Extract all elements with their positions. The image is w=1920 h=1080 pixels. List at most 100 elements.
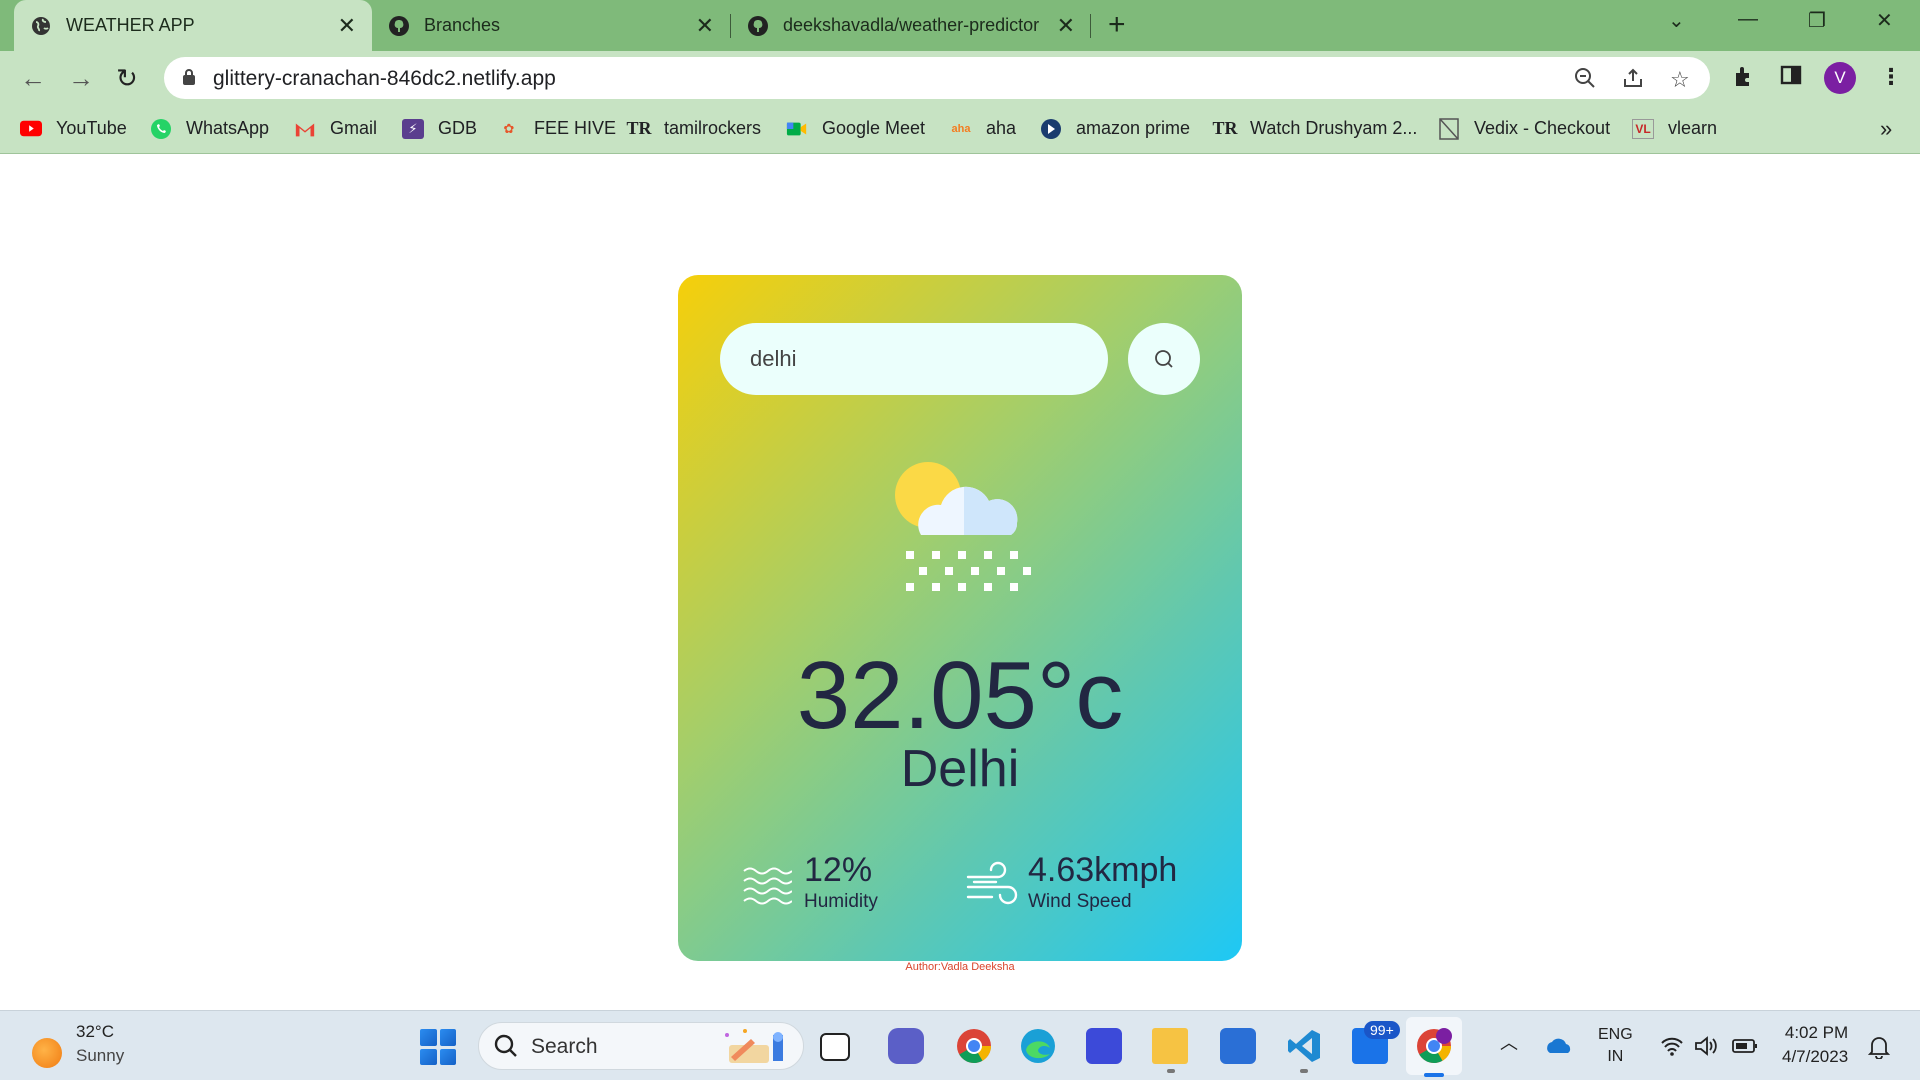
search-icon: [494, 1034, 517, 1057]
show-hidden-icons[interactable]: ︿: [1500, 1029, 1518, 1055]
volume-icon[interactable]: [1694, 1035, 1720, 1057]
github-icon: [747, 15, 769, 37]
window-close-button[interactable]: ✕: [1876, 8, 1893, 33]
tab-label: deekshavadla/weather-predictor: [783, 15, 1040, 35]
bookmark-fee-hive[interactable]: ✿ FEE HIVE: [498, 118, 616, 139]
address-bar[interactable]: glittery-cranachan-846dc2.netlify.app ☆: [164, 57, 1710, 99]
bookmark-watch-drushyam[interactable]: TR Watch Drushyam 2...: [1212, 118, 1418, 139]
input-language[interactable]: ENG IN: [1598, 1024, 1633, 1068]
search-button[interactable]: [1128, 323, 1200, 395]
bookmark-label: FEE HIVE: [534, 118, 617, 138]
tab-weather-predictor[interactable]: deekshavadla/weather-predictor ✕: [731, 0, 1091, 51]
running-indicator: [1167, 1069, 1175, 1073]
whatsapp-icon: [150, 118, 172, 139]
meet-icon: [786, 119, 808, 139]
share-icon[interactable]: [1622, 67, 1644, 95]
profile-avatar[interactable]: V: [1824, 62, 1856, 94]
vscode-icon[interactable]: [1286, 1028, 1322, 1064]
page-icon: [1438, 117, 1460, 140]
lock-icon: [183, 69, 195, 85]
tab-strip: WEATHER APP ✕ Branches ✕ deekshavadla/we…: [0, 0, 1920, 51]
url-text: glittery-cranachan-846dc2.netlify.app: [213, 67, 556, 90]
bookmark-label: Gmail: [330, 118, 378, 138]
extensions-icon[interactable]: [1732, 64, 1756, 94]
close-icon[interactable]: ✕: [1057, 13, 1075, 39]
tab-label: Branches: [424, 15, 501, 35]
tr-icon: TR: [1212, 118, 1238, 138]
sun-icon[interactable]: [32, 1038, 62, 1068]
notification-bell-icon[interactable]: [1868, 1035, 1890, 1059]
tab-branches[interactable]: Branches ✕: [372, 0, 730, 51]
bookmark-google-meet[interactable]: Google Meet: [786, 118, 925, 139]
bookmark-amazon-prime[interactable]: amazon prime: [1040, 118, 1190, 139]
bookmark-label: aha: [986, 118, 1017, 138]
edge-icon[interactable]: [1020, 1028, 1056, 1064]
region-code: IN: [1607, 1048, 1624, 1065]
bookmark-vlearn[interactable]: VL vlearn: [1632, 118, 1717, 139]
bookmark-label: WhatsApp: [186, 118, 270, 138]
taskbar-search[interactable]: Search: [478, 1022, 804, 1070]
start-button[interactable]: [420, 1029, 456, 1065]
rain-cloud-sun-icon: [895, 462, 1031, 591]
bookmark-aha[interactable]: aha aha: [950, 118, 1017, 139]
clock-date: 4/7/2023: [1782, 1047, 1849, 1066]
bookmark-tamilrockers[interactable]: TR tamilrockers: [626, 118, 762, 139]
wifi-icon[interactable]: [1660, 1036, 1684, 1056]
bookmark-gmail[interactable]: Gmail: [294, 118, 377, 139]
bookmark-label: YouTube: [56, 118, 127, 138]
bookmark-youtube[interactable]: YouTube: [20, 118, 127, 139]
bookmarks-bar: YouTube WhatsApp Gmail ⚡ GDB ✿ FEE HIVE …: [0, 106, 1920, 154]
bookmark-label: vlearn: [1668, 118, 1718, 138]
active-indicator: [1424, 1073, 1444, 1077]
bookmark-star-icon[interactable]: ☆: [1670, 67, 1690, 93]
close-icon[interactable]: ✕: [696, 13, 714, 39]
tab-search-icon[interactable]: ⌄: [1668, 8, 1685, 33]
language-code: ENG: [1598, 1026, 1633, 1043]
mail-badge: 99+: [1364, 1021, 1400, 1039]
minimize-button[interactable]: —: [1738, 8, 1758, 31]
bookmark-label: Vedix - Checkout: [1474, 118, 1611, 138]
bookmark-label: GDB: [438, 118, 478, 138]
humidity-icon: [743, 867, 792, 905]
menu-icon[interactable]: ⋮: [1880, 64, 1902, 90]
weather-widget-desc[interactable]: Sunny: [76, 1046, 124, 1066]
taskbar: 32°C Sunny Search 99+ ︿ ENG IN 4:02 PM 4…: [0, 1010, 1920, 1080]
forward-button[interactable]: →: [68, 63, 94, 94]
city-name: Delhi: [900, 740, 1020, 798]
running-indicator: [1300, 1069, 1308, 1073]
microsoft-store-icon[interactable]: [1220, 1028, 1256, 1064]
tab-weather-app[interactable]: WEATHER APP ✕: [14, 0, 372, 51]
browser-toolbar: ← → ↻ glittery-cranachan-846dc2.netlify.…: [0, 51, 1920, 106]
task-view-button[interactable]: [820, 1033, 850, 1061]
search-highlight-icon: [725, 1029, 783, 1063]
github-icon: [388, 15, 410, 37]
humidity-label: Humidity: [804, 891, 878, 912]
city-search-input[interactable]: [720, 323, 1108, 395]
bookmark-gdb[interactable]: ⚡ GDB: [402, 118, 477, 139]
bookmark-whatsapp[interactable]: WhatsApp: [150, 118, 269, 139]
back-button[interactable]: ←: [20, 63, 46, 94]
restore-button[interactable]: ❐: [1808, 8, 1826, 33]
app-icon[interactable]: [1086, 1028, 1122, 1064]
bookmark-label: tamilrockers: [664, 118, 762, 138]
chrome-profile-icon[interactable]: [1416, 1028, 1452, 1064]
onedrive-icon[interactable]: [1544, 1037, 1572, 1055]
file-explorer-icon[interactable]: [1152, 1028, 1188, 1064]
new-tab-button[interactable]: +: [1108, 8, 1126, 42]
weather-widget-temp[interactable]: 32°C: [76, 1022, 114, 1042]
reload-button[interactable]: ↻: [116, 63, 138, 94]
teams-chat-icon[interactable]: [888, 1028, 924, 1064]
bookmark-vedix-checkout[interactable]: Vedix - Checkout: [1438, 117, 1611, 140]
weather-card: 32.05°c Delhi 12% Humidity 4.63kmph Wind…: [678, 275, 1242, 961]
close-icon[interactable]: ✕: [338, 13, 356, 39]
tab-label: WEATHER APP: [66, 15, 195, 35]
battery-icon[interactable]: [1732, 1038, 1758, 1054]
chrome-icon[interactable]: [956, 1028, 992, 1064]
side-panel-icon[interactable]: [1780, 64, 1802, 92]
clock[interactable]: 4:02 PM 4/7/2023: [1782, 1021, 1848, 1069]
tr-icon: TR: [626, 118, 652, 138]
zoom-icon[interactable]: [1574, 67, 1596, 95]
gmail-icon: [294, 119, 316, 139]
wind-speed-label: Wind Speed: [1028, 891, 1132, 912]
more-bookmarks-icon[interactable]: »: [1880, 116, 1892, 142]
